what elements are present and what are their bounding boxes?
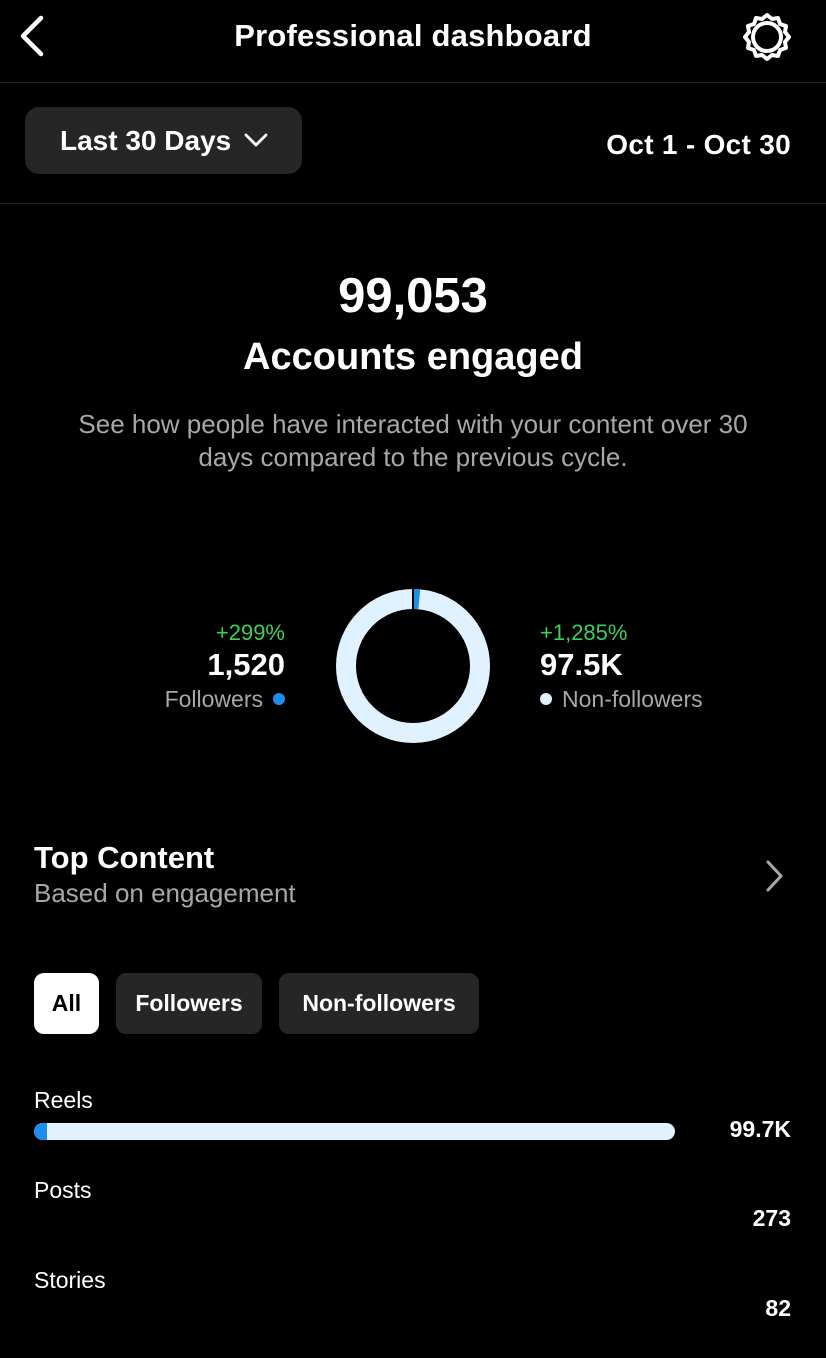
reels-bar — [34, 1123, 675, 1140]
stories-value: 82 — [765, 1295, 791, 1321]
date-range-text: Oct 1 - Oct 30 — [606, 129, 791, 160]
followers-legend: Followers — [165, 684, 285, 714]
non-followers-value: 97.5K — [540, 647, 623, 682]
page-title: Professional dashboard — [234, 18, 592, 53]
posts-value: 273 — [752, 1205, 791, 1231]
summary-description: See how people have interacted with your… — [78, 409, 748, 472]
reels-bar-followers-segment — [34, 1123, 47, 1140]
non-followers-legend: Non-followers — [540, 684, 703, 714]
posts-label: Posts — [34, 1177, 92, 1203]
accounts-engaged-value: 99,053 — [338, 269, 488, 323]
gear-icon — [743, 13, 791, 61]
non-followers-ring — [336, 589, 490, 743]
followers-stat: +299% 1,520 Followers — [165, 620, 285, 714]
date-range-dropdown-label: Last 30 Days — [60, 125, 232, 156]
chevron-down-icon — [244, 133, 268, 147]
non-followers-change: +1,285% — [540, 620, 628, 645]
accounts-engaged-label: Accounts engaged — [243, 336, 583, 378]
non-followers-label: Non-followers — [562, 686, 703, 712]
stories-label: Stories — [34, 1267, 106, 1293]
followers-value: 1,520 — [207, 647, 285, 682]
reels-value: 99.7K — [729, 1116, 791, 1142]
top-content-row[interactable]: Top Content Based on engagement — [34, 840, 794, 912]
top-content-title: Top Content — [34, 840, 215, 875]
followers-label: Followers — [164, 686, 263, 712]
engagement-donut-chart — [336, 588, 490, 743]
non-followers-legend-dot — [540, 693, 552, 705]
tab-followers[interactable]: Followers — [116, 973, 262, 1034]
non-followers-stat: +1,285% 97.5K Non-followers — [540, 620, 703, 714]
followers-change: +299% — [215, 620, 285, 645]
date-range-dropdown[interactable]: Last 30 Days — [25, 107, 302, 174]
tab-all[interactable]: All — [34, 973, 99, 1034]
top-content-subtitle: Based on engagement — [34, 878, 296, 908]
filter-bar: Last 30 Days Oct 1 - Oct 30 — [0, 83, 826, 204]
followers-legend-dot — [273, 693, 285, 705]
header-bar: Professional dashboard — [0, 0, 826, 83]
chevron-right-icon — [766, 860, 783, 892]
tab-non-followers[interactable]: Non-followers — [279, 973, 479, 1034]
settings-button[interactable] — [740, 10, 794, 64]
reels-label: Reels — [34, 1087, 93, 1113]
